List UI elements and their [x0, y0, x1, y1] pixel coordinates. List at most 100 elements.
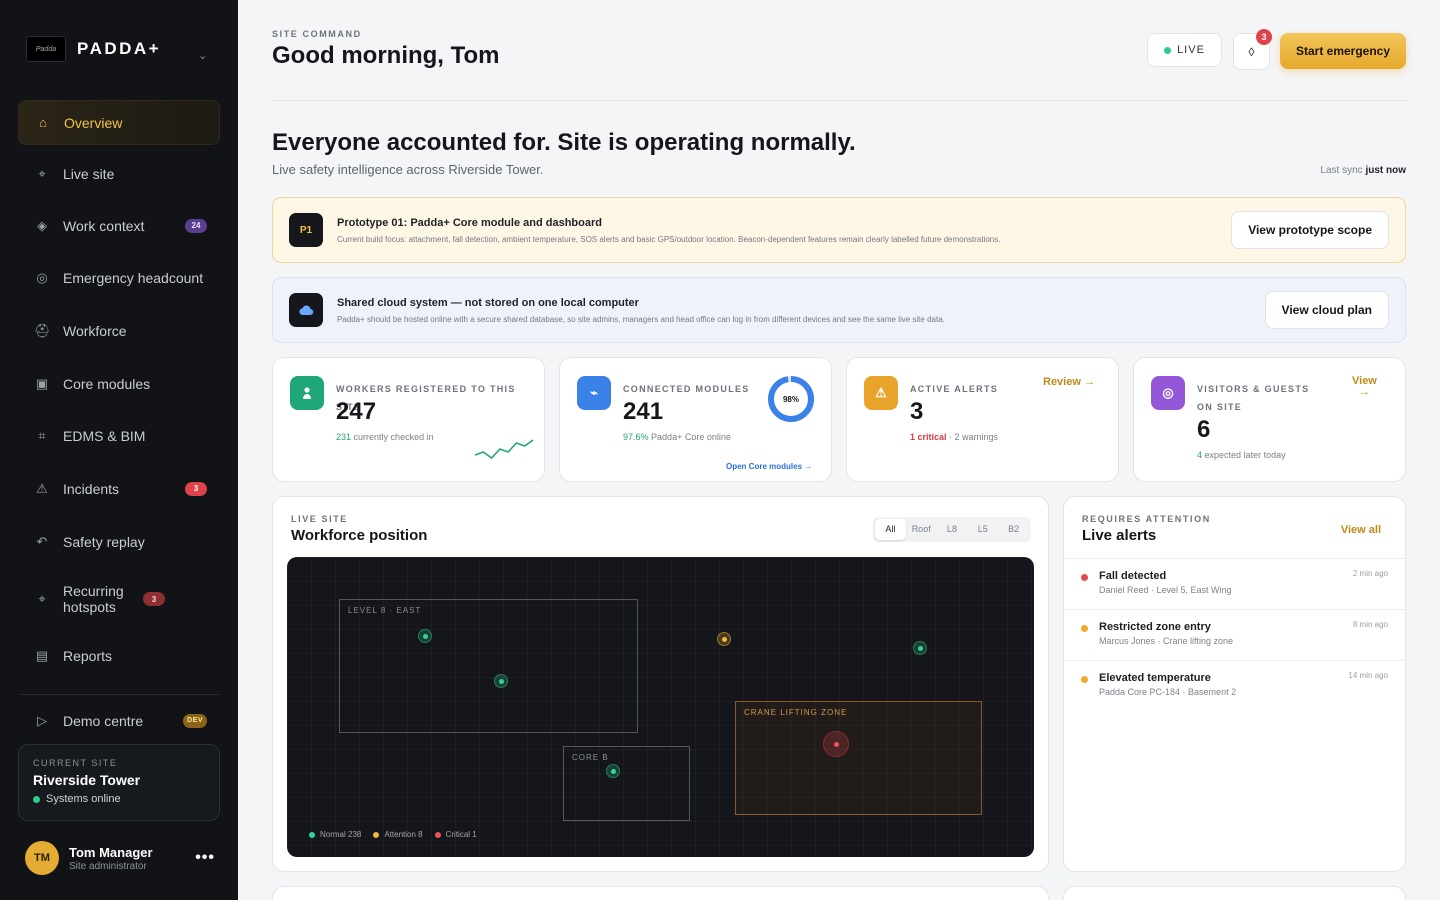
view-visitors-link[interactable]: View →	[1352, 376, 1377, 398]
sidebar-item-label: Incidents	[63, 480, 120, 497]
sidebar-item-demo-centre[interactable]: ▷ Demo centre DEV	[18, 698, 220, 743]
target-icon: ◎	[36, 269, 48, 285]
sidebar-item-reports[interactable]: ▤ Reports	[18, 633, 220, 678]
live-label: LIVE	[1177, 44, 1205, 56]
sidebar-item-recurring-hotspots[interactable]: ⌖ Recurring hotspots 3	[18, 576, 220, 622]
cloud-banner-text: Shared cloud system — not stored on one …	[337, 297, 1265, 324]
filter-all[interactable]: All	[875, 519, 906, 540]
live-site-kicker: LIVE SITE	[291, 514, 348, 524]
severity-dot	[1081, 625, 1088, 632]
status-dot	[33, 795, 40, 803]
alert-item[interactable]: Elevated temperature Padda Core PC-184 ·…	[1064, 660, 1405, 711]
zone-level8-east[interactable]: LEVEL 8 · EAST	[339, 599, 638, 733]
sidebar-item-incidents[interactable]: ⚠ Incidents 3	[18, 466, 220, 511]
start-emergency-button[interactable]: Start emergency	[1280, 33, 1406, 69]
page-title: Good morning, Tom	[272, 42, 500, 69]
alert-item[interactable]: Restricted zone entry Marcus Jones · Cra…	[1064, 609, 1405, 660]
alert-detail: Padda Core PC-184 · Basement 2	[1099, 687, 1237, 697]
sidebar-item-live-site[interactable]: ⌖ Live site	[18, 151, 220, 196]
user-role: Site administrator	[69, 860, 147, 872]
user-name: Tom Manager	[69, 844, 153, 860]
sidebar-item-label: Demo centre	[63, 712, 144, 729]
live-site-title: Workforce position	[291, 527, 428, 544]
visitors-label: VISITORS & GUESTS ON SITE	[1197, 384, 1310, 412]
sidebar-item-work-context[interactable]: ◈ Work context 24	[18, 203, 220, 248]
filter-roof[interactable]: Roof	[906, 519, 937, 540]
page-kicker: SITE COMMAND	[272, 29, 362, 39]
last-sync-label: Last sync	[1320, 165, 1363, 176]
modules-card[interactable]: ⌁ CONNECTED MODULES 241 97.6% Padda+ Cor…	[559, 357, 832, 482]
user-profile[interactable]: TM Tom Manager Site administrator •••	[25, 841, 215, 875]
sidebar-item-label: Workforce	[63, 322, 127, 339]
layers-icon: ◈	[37, 217, 47, 233]
current-site-status-text: Systems online	[46, 793, 121, 805]
prototype-banner-desc: Current build focus: attachment, fall de…	[337, 234, 1001, 244]
critical-count: 1 critical	[910, 432, 947, 442]
live-dot	[1164, 46, 1172, 54]
sidebar-item-emergency-headcount[interactable]: ◎ Emergency headcount	[18, 255, 220, 300]
sidebar-item-label: EDMS & BIM	[63, 427, 146, 444]
legend-attention: Attention 8	[373, 830, 423, 839]
view-cloud-plan-button[interactable]: View cloud plan	[1264, 291, 1389, 329]
legend-normal: Normal 238	[309, 830, 361, 839]
map-legend: Normal 238 Attention 8 Critical 1	[309, 830, 489, 839]
alert-item[interactable]: Fall detected Daniel Reed · Level 5, Eas…	[1064, 558, 1405, 609]
prototype-banner-text: Prototype 01: Padda+ Core module and das…	[337, 217, 1231, 244]
view-all-alerts-link[interactable]: View all	[1341, 524, 1381, 536]
sidebar-item-edms-bim[interactable]: ⌗ EDMS & BIM	[18, 413, 220, 458]
sidebar-item-core-modules[interactable]: ▣ Core modules	[18, 361, 220, 406]
sidebar-item-workforce[interactable]: ⛑ Workforce	[18, 308, 220, 353]
worker-pin-normal[interactable]	[494, 674, 508, 688]
zone-core-b[interactable]: CORE B	[563, 746, 690, 821]
workers-card[interactable]: WORKERS REGISTERED TO THIS SITE 247 231 …	[272, 357, 545, 482]
worker-pin-normal[interactable]	[606, 764, 620, 778]
visitors-value: 6	[1197, 416, 1211, 443]
open-core-modules-link[interactable]: Open Core modules →	[726, 462, 812, 471]
alert-title: Elevated temperature	[1099, 672, 1211, 684]
sidebar-item-label: Work context	[63, 217, 145, 234]
live-indicator[interactable]: LIVE	[1147, 33, 1222, 67]
alert-detail: Marcus Jones · Crane lifting zone	[1099, 636, 1234, 646]
brand[interactable]: Padda PADDA+	[26, 36, 161, 62]
sidebar-item-overview[interactable]: ⌂ Overview	[18, 100, 220, 145]
visitors-card[interactable]: ◎ VISITORS & GUESTS ON SITE 6 4 expected…	[1133, 357, 1406, 482]
alerts-kicker: REQUIRES ATTENTION	[1082, 514, 1211, 524]
user-info: Tom Manager Site administrator	[69, 845, 153, 872]
severity-dot	[1081, 676, 1088, 683]
more-icon[interactable]: •••	[195, 849, 215, 867]
workers-value: 247	[336, 398, 377, 425]
view-prototype-scope-button[interactable]: View prototype scope	[1231, 211, 1389, 249]
last-sync-value: just now	[1365, 165, 1406, 176]
replay-icon: ↶	[36, 533, 48, 549]
count-badge: 3	[185, 481, 207, 496]
alert-time: 8 min ago	[1352, 620, 1388, 629]
prototype-icon: P1	[289, 213, 323, 247]
legend-normal-text: Normal 238	[320, 830, 362, 839]
modules-sub: 97.6% Padda+ Core online	[623, 432, 731, 442]
alert-title: Restricted zone entry	[1099, 621, 1211, 633]
alerts-card[interactable]: ⚠ ACTIVE ALERTS 3 1 critical · 2 warning…	[846, 357, 1119, 482]
alerts-title: Live alerts	[1082, 527, 1157, 544]
alerts-sep: ·	[946, 432, 955, 442]
chevron-down-icon[interactable]: ⌄	[198, 49, 207, 62]
cloud-icon	[289, 293, 323, 327]
worker-pin-normal[interactable]	[913, 641, 927, 655]
filter-b2[interactable]: B2	[998, 519, 1029, 540]
legend-critical: Critical 1	[434, 830, 477, 839]
sidebar-item-safety-replay[interactable]: ↶ Safety replay	[18, 519, 220, 564]
live-alerts-panel: REQUIRES ATTENTION Live alerts View all …	[1063, 496, 1406, 872]
review-alerts-link[interactable]: Review →	[1043, 376, 1095, 388]
worker-pin-normal[interactable]	[418, 629, 432, 643]
zone-crane-lifting[interactable]: CRANE LIFTING ZONE	[735, 701, 982, 815]
count-badge: 24	[185, 218, 207, 233]
filter-l5[interactable]: L5	[967, 519, 998, 540]
current-site-card[interactable]: CURRENT SITE Riverside Tower Systems onl…	[18, 744, 220, 821]
visitors-sub: 4 expected later today	[1197, 450, 1286, 460]
worker-icon	[290, 376, 324, 410]
worker-pin-critical[interactable]	[823, 731, 849, 757]
visitors-expected-text: expected later today	[1204, 450, 1286, 460]
site-map[interactable]: LEVEL 8 · EAST CORE B CRANE LIFTING ZONE…	[287, 557, 1034, 857]
worker-pin-attention[interactable]	[717, 632, 731, 646]
filter-l8[interactable]: L8	[937, 519, 968, 540]
dev-badge: DEV	[183, 713, 207, 728]
